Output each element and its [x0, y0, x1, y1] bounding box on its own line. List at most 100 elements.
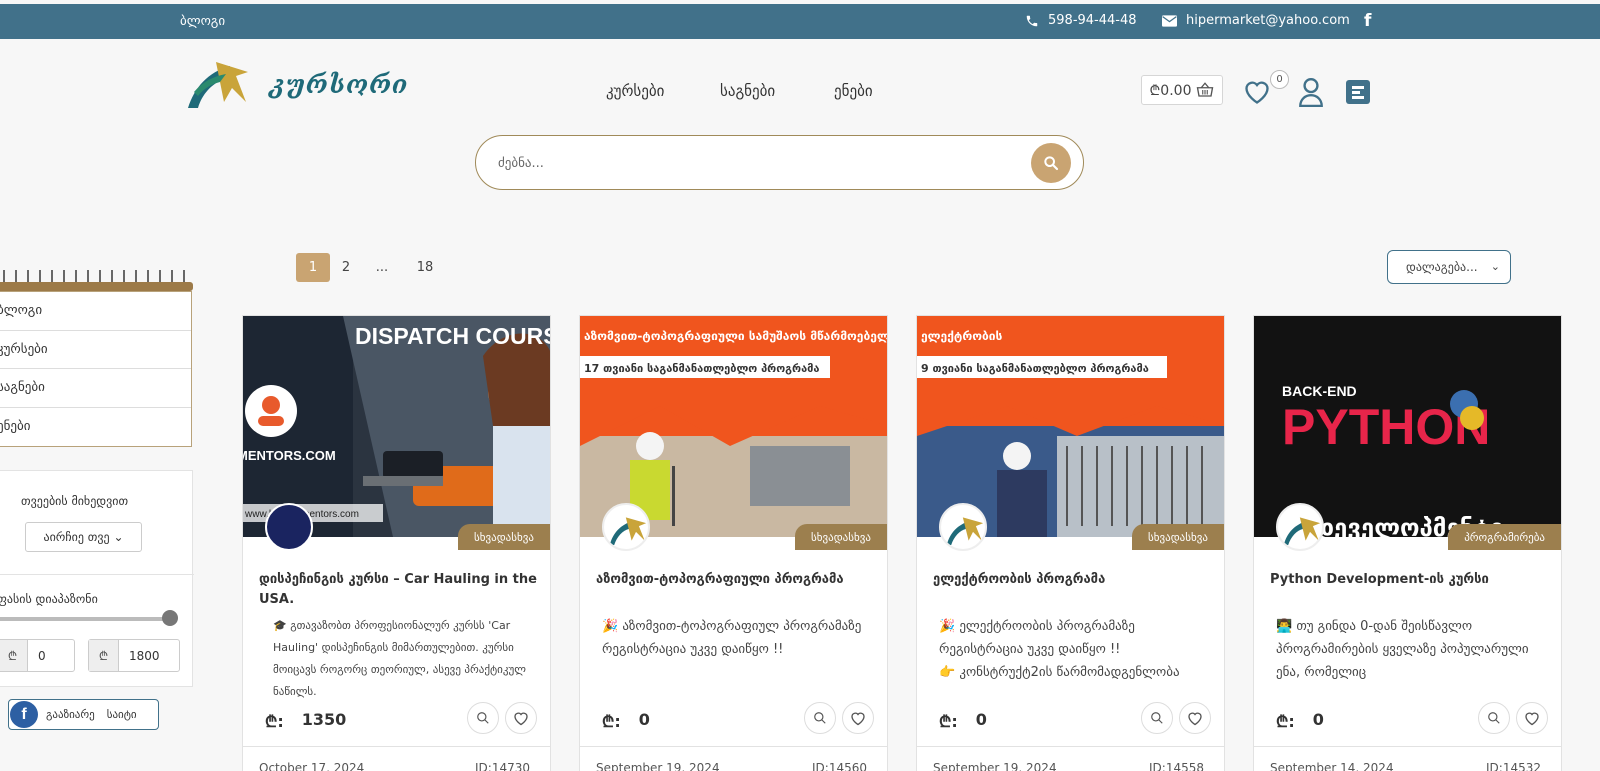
share-button[interactable]: f გააზიარე საიტი	[8, 699, 159, 730]
category-badge[interactable]: პროგრამირება	[1448, 524, 1561, 550]
user-account-icon[interactable]	[1298, 77, 1324, 107]
quick-view-button[interactable]	[467, 702, 499, 734]
wishlist-button[interactable]	[842, 702, 874, 734]
course-description: 👨‍💻 თუ გინდა 0-დან შეისწავლო პროგრამირებ…	[1276, 619, 1529, 680]
wishlist-button[interactable]	[1179, 702, 1211, 734]
menu-icon[interactable]	[1346, 80, 1370, 104]
course-price: ₾: 0	[939, 710, 987, 731]
phone-icon	[1026, 15, 1038, 26]
course-card[interactable]: DISPATCH COURSE MENTORS.COM www.haulingm…	[242, 315, 551, 771]
svg-text:BACK-END: BACK-END	[1282, 383, 1357, 399]
course-card[interactable]: ელექტრობის 9 თვიანი საგანმანათლებლო პროგ…	[916, 315, 1225, 771]
search-icon	[814, 712, 826, 724]
nav-courses[interactable]: კურსები	[606, 82, 664, 100]
course-date: September 19, 2024	[933, 761, 1057, 771]
course-description: 🎓 გთავაზობთ პროფესიონალურ კურსს 'Car Hau…	[273, 619, 526, 698]
course-price: ₾: 0	[1276, 710, 1324, 731]
nav-subjects[interactable]: საგნები	[720, 82, 775, 100]
course-description: 🎉 ელექტროობის პროგრამაზე რეგისტრაცია უკვ…	[939, 619, 1180, 680]
svg-text:MENTORS.COM: MENTORS.COM	[243, 448, 336, 463]
course-date: September 14, 2024	[1270, 761, 1394, 771]
category-badge[interactable]: სხვადასხვა	[1131, 524, 1224, 550]
author-avatar	[602, 503, 650, 551]
wishlist-button[interactable]	[505, 702, 537, 734]
brand-name: კურსორი	[270, 69, 409, 99]
course-price: ₾: 1350	[265, 710, 347, 731]
wishlist-count-badge: 0	[1270, 70, 1289, 89]
filter-panel: თვეების მიხედვით აირჩიე თვე ⌄ ფასის დიაპ…	[0, 470, 194, 687]
heart-icon	[514, 712, 528, 725]
page-2-button[interactable]: 2	[338, 253, 354, 282]
price-min-input[interactable]: ₾ 0	[0, 639, 75, 672]
cart-button[interactable]: ₾0.00	[1141, 75, 1223, 105]
course-card[interactable]: აზომვით-ტოპოგრაფიული სამუშაოს მწარმოებელ…	[579, 315, 888, 771]
card-footer: September 14, 2024 ID:14532	[1254, 746, 1561, 771]
card-footer: October 17, 2024 ID:14730	[243, 746, 550, 771]
search-icon	[477, 712, 489, 724]
topbar-blog-link[interactable]: ბლოგი	[180, 14, 225, 29]
search-button[interactable]	[1031, 143, 1071, 183]
course-date: October 17, 2024	[259, 761, 365, 771]
sort-select[interactable]: დალაგება... ⌄	[1387, 250, 1511, 284]
course-title[interactable]: ელექტროობის პროგრამა	[933, 570, 1213, 590]
course-title[interactable]: დისპეჩინგის კურსი – Car Hauling in the U…	[259, 570, 539, 610]
envelope-icon	[1162, 14, 1177, 27]
quick-view-button[interactable]	[1141, 702, 1173, 734]
sidebar-item-languages[interactable]: ენები	[0, 408, 191, 447]
heart-icon	[1525, 712, 1539, 725]
currency-label: ₾	[0, 640, 28, 671]
month-select[interactable]: აირჩიე თვე ⌄	[25, 522, 142, 552]
quick-view-button[interactable]	[804, 702, 836, 734]
category-badge[interactable]: სხვადასხვა	[794, 524, 887, 550]
facebook-icon[interactable]: f	[1364, 11, 1371, 31]
heart-icon	[1188, 712, 1202, 725]
image-title: DISPATCH COURSE	[355, 323, 551, 349]
page-1-button[interactable]: 1	[296, 253, 330, 282]
search-icon	[1044, 156, 1059, 171]
category-badge[interactable]: სხვადასხვა	[457, 524, 550, 550]
search-bar	[475, 135, 1084, 190]
svg-text:9 თვიანი საგანმანათლებლო პროგრ: 9 თვიანი საგანმანათლებლო პროგრამა	[921, 362, 1149, 375]
nav-languages[interactable]: ენები	[834, 82, 873, 100]
chevron-down-icon: ⌄	[113, 530, 124, 544]
sidebar-item-courses[interactable]: კურსები	[0, 331, 191, 369]
topbar-phone[interactable]: 598-94-44-48	[1025, 13, 1137, 28]
sidebar-notebook-menu: ბლოგი კურსები საგნები ენები	[0, 266, 193, 448]
price-range-label: ფასის დიაპაზონი	[0, 592, 98, 606]
course-description: 🎉 აზომვით-ტოპოგრაფიულ პროგრამაზე რეგისტრ…	[602, 619, 862, 657]
logo-arrow-icon	[188, 62, 248, 108]
course-id: ID:14730	[475, 761, 530, 771]
sidebar-item-blog[interactable]: ბლოგი	[0, 292, 191, 331]
sidebar-item-subjects[interactable]: საგნები	[0, 369, 191, 408]
card-footer: September 19, 2024 ID:14558	[917, 746, 1224, 771]
course-id: ID:14532	[1486, 761, 1541, 771]
course-card[interactable]: BACK-END PYTHON დეველოპმენტი პროგრამირებ…	[1253, 315, 1562, 771]
author-avatar	[1276, 503, 1324, 551]
search-icon	[1488, 712, 1500, 724]
wishlist-button[interactable]	[1516, 702, 1548, 734]
svg-text:17 თვიანი საგანმანათლებლო პროგ: 17 თვიანი საგანმანათლებლო პროგრამა	[584, 362, 820, 375]
site-logo[interactable]: კურსორი	[186, 58, 408, 110]
course-title[interactable]: აზომვით-ტოპოგრაფიული პროგრამა	[596, 570, 876, 590]
basket-icon	[1197, 82, 1214, 97]
card-footer: September 19, 2024 ID:14560	[580, 746, 887, 771]
course-title[interactable]: Python Development-ის კურსი	[1270, 570, 1550, 590]
price-range-slider[interactable]	[0, 617, 174, 621]
page-ellipsis: ...	[375, 260, 389, 275]
price-max-input[interactable]: ₾ 1800	[88, 639, 180, 672]
wishlist-heart-icon[interactable]	[1243, 79, 1271, 105]
page-18-button[interactable]: 18	[414, 253, 436, 282]
cart-total: ₾0.00	[1149, 82, 1192, 99]
filter-month-label: თვეების მიხედვით	[21, 494, 129, 508]
price-slider-handle[interactable]	[162, 610, 178, 626]
phone-number: 598-94-44-48	[1048, 13, 1137, 28]
course-id: ID:14558	[1149, 761, 1204, 771]
svg-text:ელექტრობის: ელექტრობის	[921, 329, 1002, 343]
quick-view-button[interactable]	[1478, 702, 1510, 734]
top-bar: ბლოგი 598-94-44-48 hipermarket@yahoo.com…	[0, 4, 1600, 39]
topbar-email[interactable]: hipermarket@yahoo.com	[1162, 13, 1350, 28]
search-input[interactable]	[498, 150, 988, 176]
currency-label: ₾	[89, 640, 119, 671]
course-id: ID:14560	[812, 761, 867, 771]
course-price: ₾: 0	[602, 710, 650, 731]
